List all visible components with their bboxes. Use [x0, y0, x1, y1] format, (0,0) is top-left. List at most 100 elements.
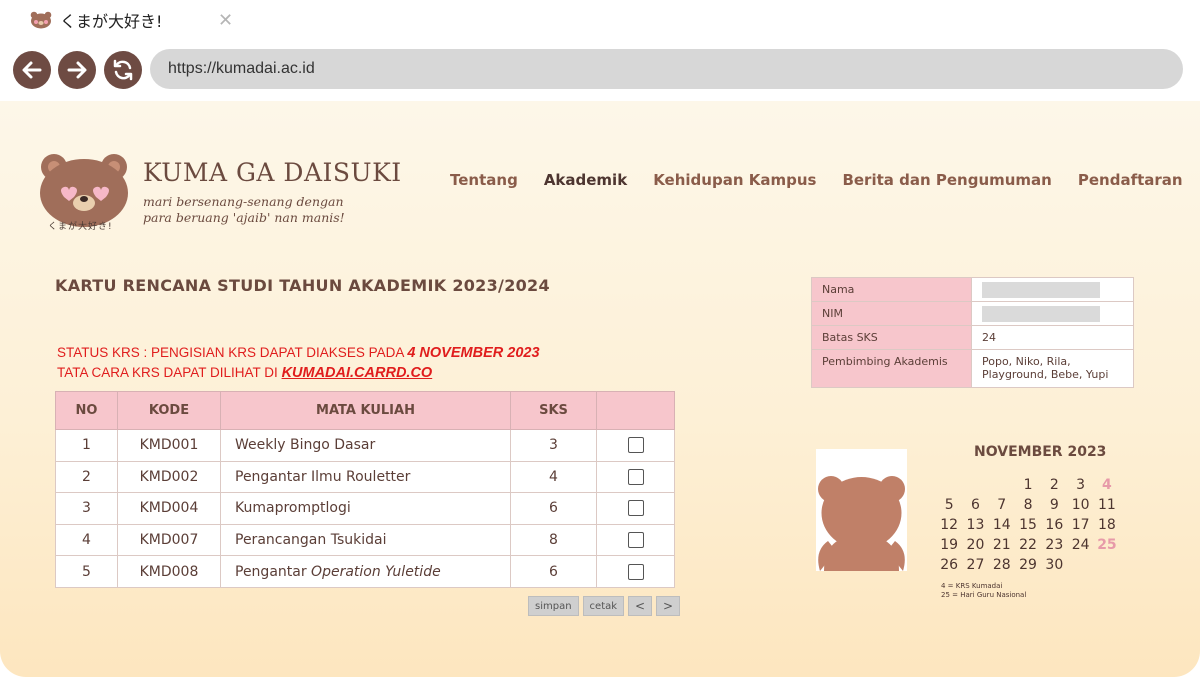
calendar-day: 22	[1019, 537, 1037, 553]
calendar-title: NOVEMBER 2023	[974, 444, 1107, 460]
calendar-day: 18	[1098, 517, 1116, 533]
calendar-week: 5 6 7 8 9 10 11	[936, 497, 1120, 517]
course-checkbox[interactable]	[627, 468, 644, 485]
row-kode: KMD001	[117, 429, 221, 462]
col-select	[596, 391, 675, 430]
info-label: Nama	[811, 277, 972, 302]
row-select-cell	[596, 555, 675, 588]
pembimbing-line-1: Popo, Niko, Rila,	[982, 355, 1071, 368]
row-sks: 6	[510, 492, 597, 525]
site-brand[interactable]: KUMA GA DAISUKI	[143, 158, 402, 187]
row-mata-kuliah: Pengantar Operation Yuletide	[220, 555, 511, 588]
guide-link[interactable]: KUMADAI.CARRD.CO	[282, 365, 433, 381]
calendar-week: 26 27 28 29 30	[936, 557, 1120, 577]
forward-button[interactable]	[58, 51, 96, 89]
row-mata-kuliah: Weekly Bingo Dasar	[220, 429, 511, 462]
calendar-day: 13	[966, 517, 985, 533]
row-no: 5	[55, 555, 118, 588]
row-select-cell	[596, 460, 675, 494]
guide-line: TATA CARA KRS DAPAT DILIHAT DI KUMADAI.C…	[57, 363, 540, 383]
calendar-day: 23	[1045, 537, 1064, 553]
browser-tab[interactable]: くまが大好き!	[30, 8, 162, 32]
info-row-batas-sks: Batas SKS 24	[811, 325, 1134, 350]
nav-berita-pengumuman[interactable]: Berita dan Pengumuman	[842, 171, 1051, 189]
calendar-day: 12	[940, 517, 959, 533]
address-bar[interactable]: https://kumadai.ac.id	[150, 49, 1183, 89]
calendar-day: 28	[992, 557, 1011, 573]
info-value-batas-sks: 24	[971, 325, 1134, 350]
course-checkbox[interactable]	[627, 563, 644, 580]
nav-pendaftaran[interactable]: Pendaftaran	[1078, 171, 1183, 189]
tagline-line-2: para beruang 'ajaib' nan manis!	[143, 210, 345, 225]
calendar-week: 19 20 21 22 23 24 25	[936, 537, 1120, 557]
table-row: 4 KMD007 Perancangan Tsukidai 8	[55, 523, 675, 557]
info-label: NIM	[811, 301, 972, 326]
calendar-empty-cell	[962, 477, 988, 497]
row-mata-kuliah: Kumapromptlogi	[220, 492, 511, 525]
info-row-nim: NIM	[811, 301, 1134, 326]
tagline-line-1: mari bersenang-senang dengan	[143, 194, 344, 209]
calendar-day: 26	[940, 557, 959, 573]
calendar-day: 25	[1097, 537, 1117, 553]
course-checkbox[interactable]	[627, 532, 644, 549]
calendar-week: 12 13 14 15 16 17 18	[936, 517, 1120, 537]
next-page-button[interactable]: >	[656, 596, 681, 616]
nav-tentang[interactable]: Tentang	[450, 171, 518, 189]
main-navigation: Tentang Akademik Kehidupan Kampus Berita…	[450, 171, 1183, 189]
row-sks: 8	[510, 523, 597, 557]
col-sks: SKS	[510, 391, 597, 430]
guide-prefix: TATA CARA KRS DAPAT DILIHAT DI	[57, 365, 282, 380]
print-button[interactable]: cetak	[582, 596, 625, 616]
calendar-day: 17	[1071, 517, 1090, 533]
mata-kuliah-prefix: Pengantar	[235, 563, 312, 580]
calendar-day: 7	[997, 497, 1007, 513]
calendar-day: 2	[1049, 477, 1059, 493]
save-button[interactable]: simpan	[528, 596, 579, 616]
calendar-day: 9	[1049, 497, 1059, 513]
calendar-day: 5	[944, 497, 954, 513]
course-checkbox[interactable]	[627, 437, 644, 454]
student-photo	[816, 449, 907, 571]
calendar-day: 8	[1023, 497, 1033, 513]
info-row-pembimbing: Pembimbing Akademis Popo, Niko, Rila, Pl…	[811, 349, 1134, 388]
prev-page-button[interactable]: <	[628, 596, 653, 616]
row-kode: KMD004	[117, 492, 221, 525]
page-title: KARTU RENCANA STUDI TAHUN AKADEMIK 2023/…	[55, 276, 550, 295]
calendar-day: 30	[1045, 557, 1064, 573]
row-no: 1	[55, 429, 118, 462]
table-actions: simpan cetak < >	[528, 596, 681, 616]
calendar-day: 19	[940, 537, 959, 553]
row-select-cell	[596, 429, 675, 462]
row-no: 2	[55, 460, 118, 494]
status-line: STATUS KRS : PENGISIAN KRS DAPAT DIAKSES…	[57, 343, 540, 363]
calendar-week: 12 34	[936, 477, 1120, 497]
table-header-row: NO KODE MATA KULIAH SKS	[55, 391, 675, 430]
col-kode: KODE	[117, 391, 221, 430]
reload-button[interactable]	[104, 51, 142, 89]
calendar-day: 6	[970, 497, 980, 513]
bear-favicon-icon	[30, 11, 52, 29]
row-sks: 6	[510, 555, 597, 588]
info-value-nama	[971, 277, 1134, 302]
nav-akademik[interactable]: Akademik	[544, 171, 627, 189]
close-tab-icon[interactable]: ✕	[218, 10, 233, 31]
row-kode: KMD007	[117, 523, 221, 557]
course-checkbox[interactable]	[627, 500, 644, 517]
site-tagline: mari bersenang-senang dengan para beruan…	[143, 194, 345, 226]
calendar-day: 16	[1045, 517, 1064, 533]
calendar-grid: 1 2 3 4 5 6 7 8 9 10 11 12 13 14 15 16 17 18 19 20 21 22 23 24 2…	[936, 477, 1120, 577]
arrow-right-icon	[67, 61, 87, 79]
calendar-day: 3	[1076, 477, 1086, 493]
row-mata-kuliah: Pengantar Ilmu Rouletter	[220, 460, 511, 494]
row-no: 3	[55, 492, 118, 525]
krs-course-table: NO KODE MATA KULIAH SKS 1 KMD001 Weekly …	[55, 391, 675, 588]
calendar-day: 29	[1019, 557, 1037, 573]
redacted-value	[982, 281, 1100, 298]
col-mata-kuliah: MATA KULIAH	[220, 391, 511, 430]
calendar-day: 14	[992, 517, 1011, 533]
back-button[interactable]	[13, 51, 51, 89]
nav-kehidupan-kampus[interactable]: Kehidupan Kampus	[653, 171, 816, 189]
calendar-day: 27	[966, 557, 985, 573]
table-row: 3 KMD004 Kumapromptlogi 6	[55, 492, 675, 525]
info-value-nim	[971, 301, 1134, 326]
